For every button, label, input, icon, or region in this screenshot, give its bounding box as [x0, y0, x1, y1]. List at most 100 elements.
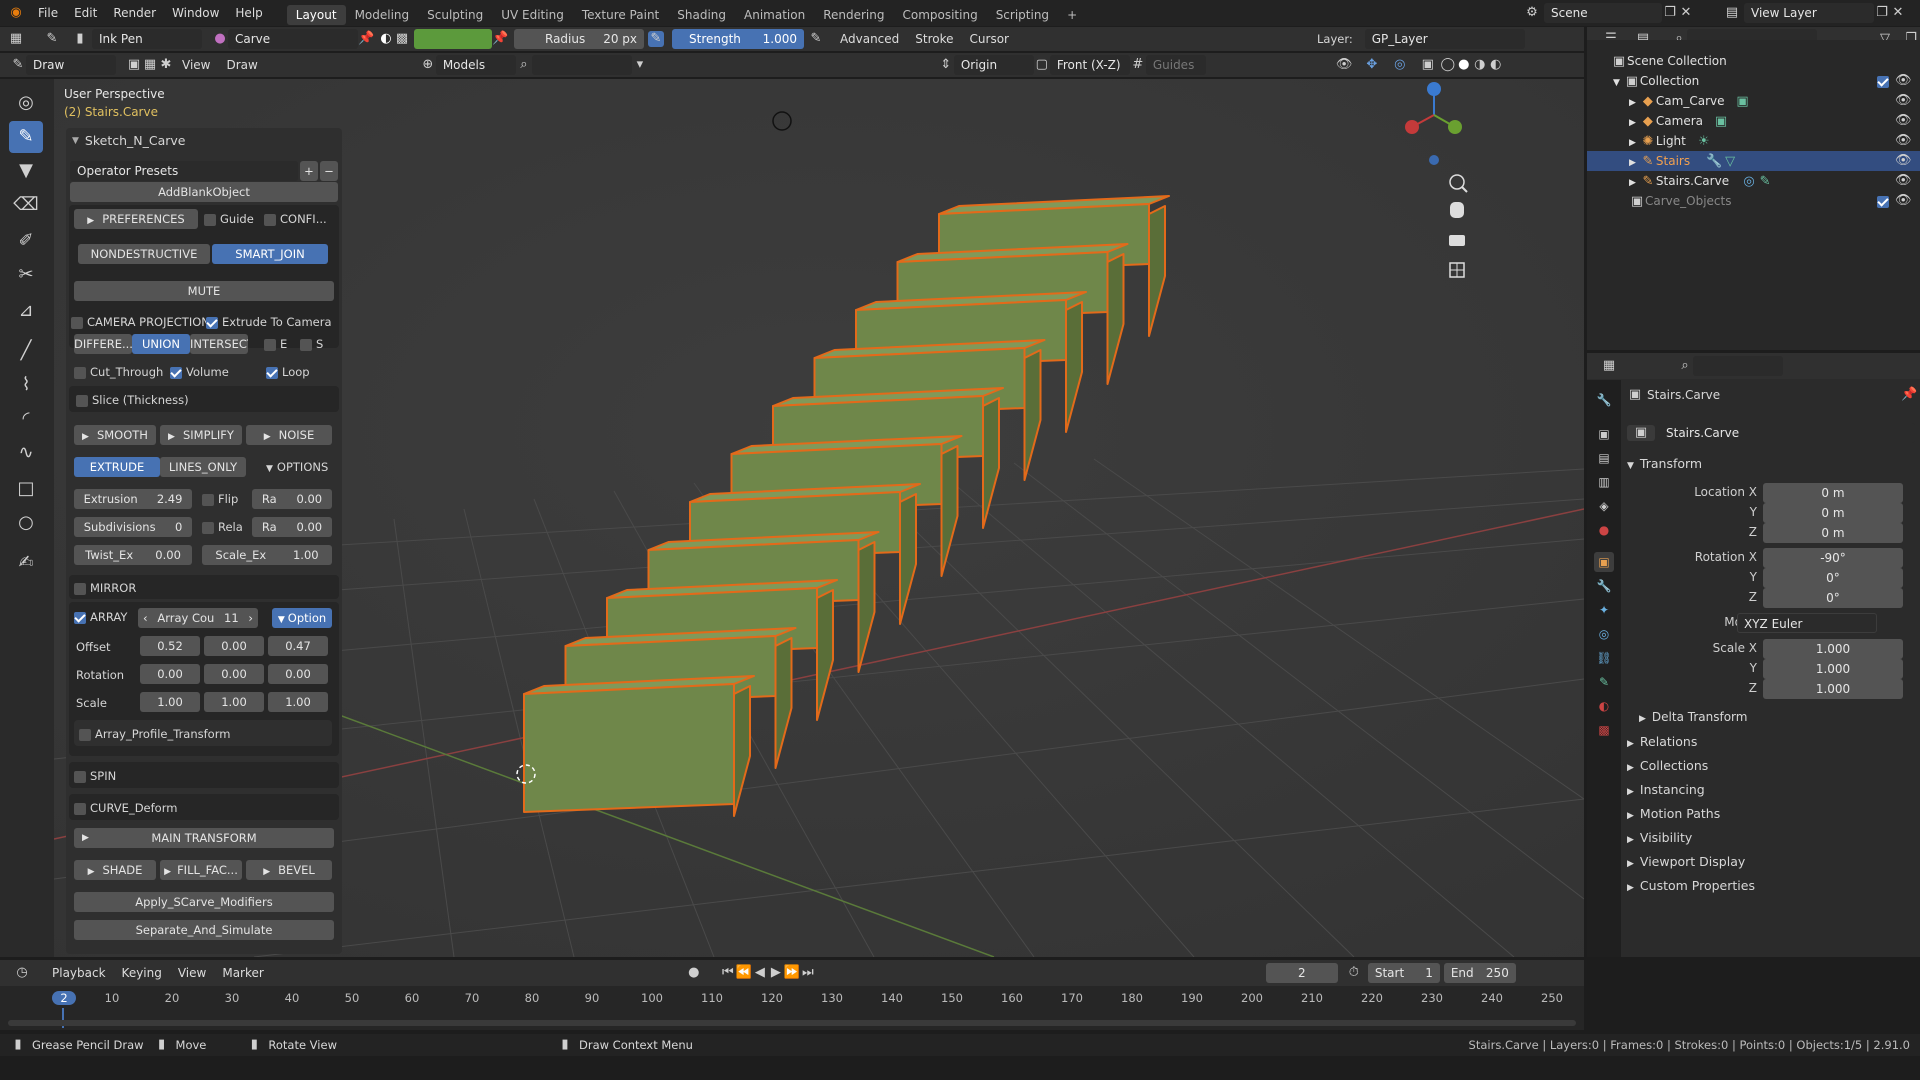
guides-dropdown[interactable]: Guides [1145, 55, 1206, 75]
pan-hand-icon[interactable] [1450, 202, 1464, 218]
array-profile-checkbox[interactable]: Array_Profile_Transform [79, 727, 230, 741]
instancing-panel[interactable]: ▶ Instancing [1627, 782, 1705, 797]
marker-menu[interactable]: Marker [214, 960, 271, 986]
xray-icon[interactable]: ▣ [1420, 57, 1436, 73]
prev-keyframe-icon[interactable]: ⏪ [736, 965, 752, 981]
camera-projection-checkbox[interactable]: CAMERA PROJECTION [71, 315, 210, 329]
jump-start-icon[interactable]: ⏮ [720, 965, 736, 981]
tab-animation[interactable]: Animation [735, 5, 814, 25]
outliner-collection[interactable]: ▼ ▣ Collection 👁 [1587, 71, 1920, 91]
viewport-display-panel[interactable]: ▶ Viewport Display [1627, 854, 1745, 869]
wireframe-shading-icon[interactable]: ◯ [1440, 57, 1456, 73]
timeline-view-menu[interactable]: View [170, 960, 214, 986]
loop-box[interactable] [266, 366, 278, 379]
difference-button[interactable]: DIFFERE... [74, 334, 132, 354]
view-layer-close-icon[interactable]: ✕ [1890, 5, 1906, 21]
solid-shading-icon[interactable]: ● [1456, 57, 1472, 73]
array-profile-box[interactable] [79, 728, 91, 741]
scene-field[interactable]: Scene [1544, 3, 1662, 23]
strength-pressure-icon[interactable]: ✎ [808, 31, 824, 47]
smart-join-button[interactable]: SMART_JOIN [212, 244, 328, 264]
expand-icon[interactable]: ▶ [1629, 118, 1636, 128]
object-name-field[interactable]: Stairs.Carve [1659, 423, 1915, 443]
tool-tab-icon[interactable]: 🔧 [1594, 390, 1614, 410]
flip-box[interactable] [202, 493, 214, 506]
output-tab-icon[interactable]: ▤ [1594, 448, 1614, 468]
bevel-button[interactable]: ▶ BEVEL [246, 860, 332, 880]
preview-range-icon[interactable]: ⏱ [1346, 965, 1362, 981]
menu-view[interactable]: View [174, 52, 218, 78]
location-z-field[interactable]: 0 m [1763, 523, 1903, 543]
eye-icon[interactable]: 👁 [1895, 113, 1912, 129]
properties-editor-icon[interactable]: ▦ [1601, 358, 1617, 374]
outliner-scene-collection[interactable]: ▣ Scene Collection [1587, 51, 1920, 71]
globe-icon[interactable]: ⊕ [420, 57, 436, 73]
scale-x-field[interactable]: 1.00 [140, 692, 200, 712]
twist-field[interactable]: Twist_Ex 0.00 [74, 545, 192, 565]
rotation-mode-dropdown[interactable]: XYZ Euler [1737, 613, 1877, 633]
expand-icon[interactable]: ▶ [1629, 138, 1636, 148]
gizmo-icon[interactable]: ✥ [1364, 57, 1380, 73]
play-reverse-icon[interactable]: ◀ [752, 965, 768, 981]
physics-tab-icon[interactable]: ◎ [1594, 624, 1614, 644]
add-preset-button[interactable]: + [300, 161, 318, 181]
options-toggle[interactable]: ▼ OPTIONS [266, 460, 328, 474]
plane-dropdown[interactable]: Front (X-Z) [1049, 55, 1130, 75]
e-checkbox-box[interactable] [264, 338, 276, 351]
menu-edit[interactable]: Edit [66, 0, 105, 26]
fill-fac-button[interactable]: ▶ FILL_FAC... [160, 860, 242, 880]
tab-shading[interactable]: Shading [668, 5, 735, 25]
stroke-dropdown[interactable]: Stroke [907, 26, 961, 52]
extrude-to-camera-checkbox[interactable]: Extrude To Camera [206, 315, 332, 329]
expand-icon[interactable]: ▶ [1629, 178, 1636, 188]
curve-tool-icon[interactable]: ∿ [9, 437, 43, 469]
camera-projection-box[interactable] [71, 316, 83, 329]
eye-icon[interactable]: 👁 [1895, 153, 1912, 169]
editor-type-icon[interactable]: ▦ [8, 31, 24, 47]
offset-z-field[interactable]: 0.47 [268, 636, 328, 656]
mirror-checkbox[interactable]: MIRROR [74, 581, 136, 595]
color-mode-icon[interactable]: ◐ [378, 31, 394, 47]
pin-color-icon[interactable]: 📌 [492, 31, 508, 47]
eye-icon[interactable]: 👁 [1895, 193, 1912, 209]
preferences-button[interactable]: ▶ PREFERENCES [74, 209, 198, 229]
increment-arrow-icon[interactable]: › [248, 608, 253, 628]
tab-scripting[interactable]: Scripting [987, 5, 1058, 25]
view-layer-tab-icon[interactable]: ▥ [1594, 472, 1614, 492]
render-tab-icon[interactable]: ▣ [1594, 424, 1614, 444]
draw-mode-icon[interactable]: ✎ [10, 57, 26, 73]
guides-grid-icon[interactable]: # [1130, 57, 1146, 73]
record-icon[interactable]: ● [686, 965, 702, 981]
location-x-field[interactable]: 0 m [1763, 483, 1903, 503]
box-tool-icon[interactable]: □ [9, 473, 43, 505]
multiframe-icon[interactable]: ▦ [142, 57, 158, 73]
cursor-dropdown[interactable]: Cursor [962, 26, 1017, 52]
loop-checkbox[interactable]: Loop [266, 365, 310, 379]
layer-field[interactable]: GP_Layer [1364, 29, 1525, 49]
material-tab-icon[interactable]: ◐ [1594, 696, 1614, 716]
camera-view-icon[interactable] [1449, 235, 1465, 246]
visibility-icon[interactable]: 👁 [1336, 57, 1353, 73]
guide-checkbox-box[interactable] [204, 213, 216, 226]
draw-tool-icon[interactable]: ✎ [9, 121, 43, 153]
material-field[interactable]: Carve [228, 29, 358, 49]
data-tab-icon[interactable]: ✎ [1594, 672, 1614, 692]
keying-menu[interactable]: Keying [114, 960, 170, 986]
separate-and-simulate-button[interactable]: Separate_And_Simulate [74, 920, 334, 940]
collections-panel[interactable]: ▶ Collections [1627, 758, 1708, 773]
radius-pressure-icon[interactable]: ✎ [648, 31, 664, 47]
jump-end-icon[interactable]: ⏭ [800, 965, 816, 981]
extrusion-field[interactable]: Extrusion 2.49 [74, 489, 192, 509]
extrude-to-camera-box[interactable] [206, 316, 218, 329]
e-checkbox[interactable]: E [264, 337, 287, 351]
texture-tab-icon[interactable]: ▩ [1594, 720, 1614, 740]
slice-box[interactable] [76, 394, 88, 407]
outliner-item-cam-carve[interactable]: ▶ ◆ Cam_Carve ▣ 👁 [1587, 91, 1920, 111]
rotation-y-field[interactable]: 0.00 [204, 664, 264, 684]
erase-tool-icon[interactable]: ⌫ [9, 189, 43, 221]
nondestructive-button[interactable]: NONDESTRUCTIVE [78, 244, 210, 264]
play-icon[interactable]: ▶ [768, 965, 784, 981]
remove-preset-button[interactable]: − [320, 161, 338, 181]
strength-slider[interactable]: Strength 1.000 [672, 29, 804, 49]
rotation-z-field[interactable]: 0° [1763, 588, 1903, 608]
